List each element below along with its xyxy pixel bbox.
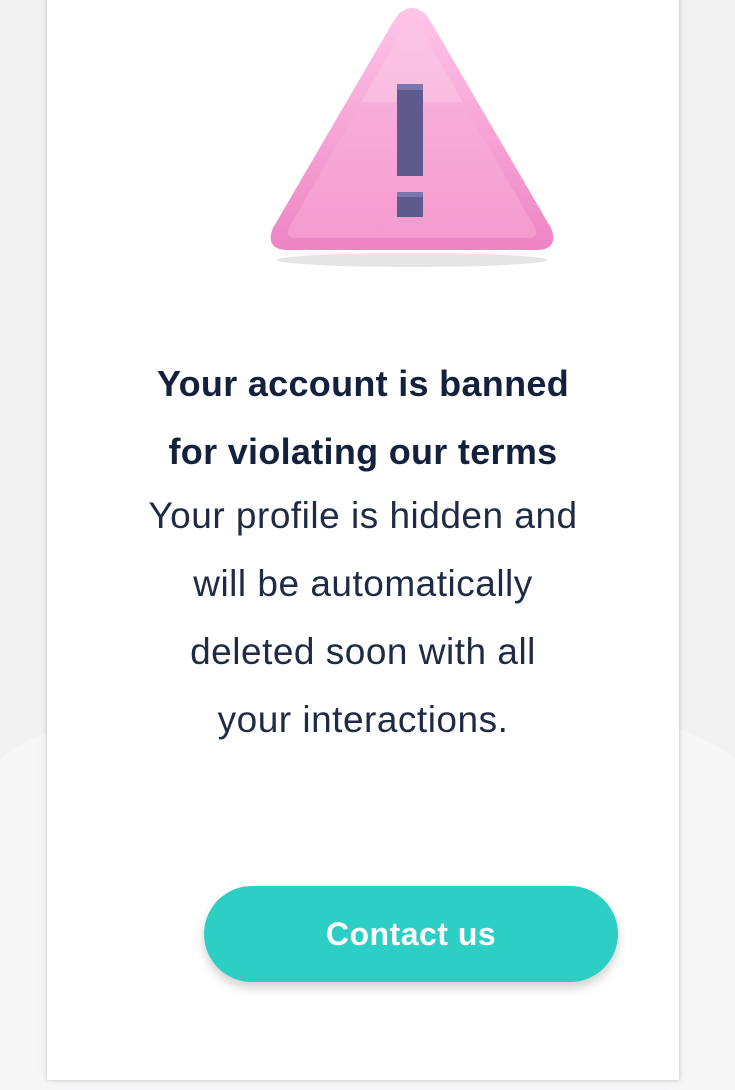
contact-us-button[interactable]: Contact us [204, 886, 618, 982]
warning-triangle-icon [263, 0, 561, 268]
ban-description-line: your interactions. [217, 699, 509, 740]
ban-title: Your account is banned for violating our… [47, 350, 679, 486]
ban-description-line: will be automatically [193, 563, 533, 604]
ban-description: Your profile is hidden and will be autom… [47, 482, 679, 754]
ban-description-line: Your profile is hidden and [148, 495, 578, 536]
ban-description-line: deleted soon with all [190, 631, 536, 672]
ban-title-line: Your account is banned [157, 363, 569, 404]
ban-notice-card: Your account is banned for violating our… [47, 0, 679, 1080]
ban-title-line: for violating our terms [168, 431, 558, 472]
